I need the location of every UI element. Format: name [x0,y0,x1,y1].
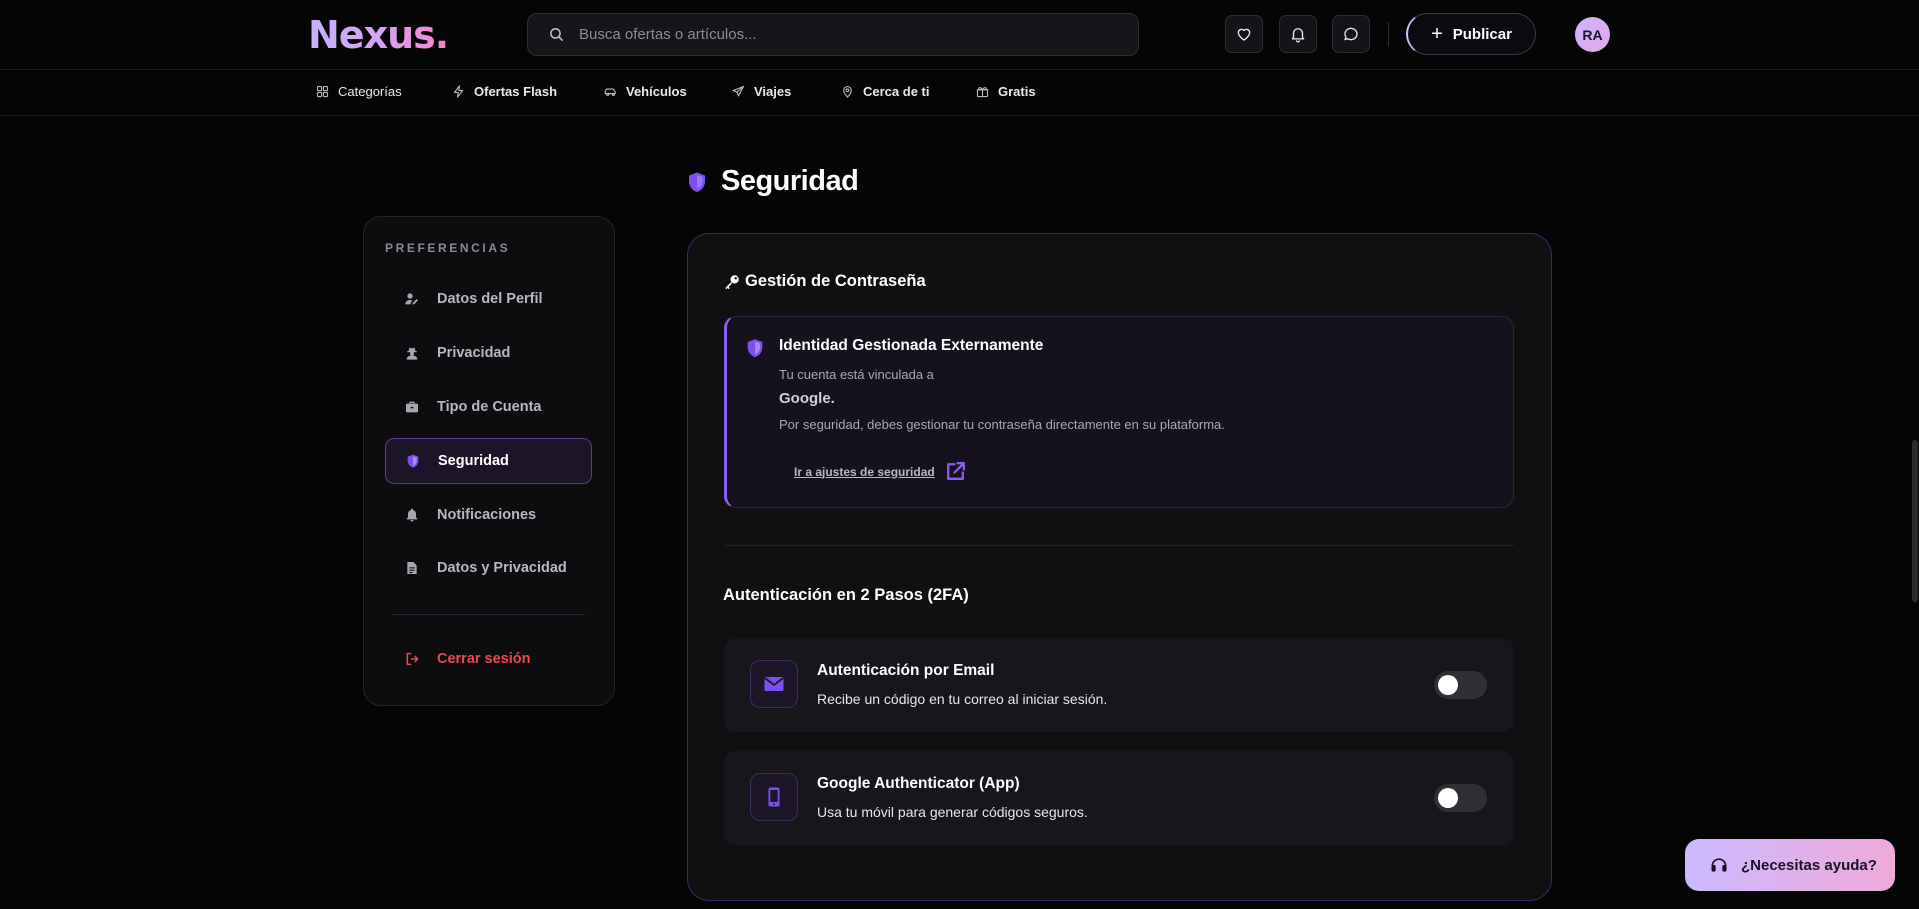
identity-provider: Google. [779,390,835,407]
nav-item-label: Cerca de ti [863,84,930,99]
notifications-button[interactable] [1279,15,1317,53]
bell-icon [406,508,418,522]
publish-button[interactable]: + Publicar [1406,13,1536,55]
authenticator-option-icon-box [750,773,798,821]
nav-item-viajes[interactable]: Viajes [731,84,791,99]
sidebar-divider [393,614,585,615]
key-icon [725,274,739,289]
toggle-knob [1438,788,1458,808]
toggle-knob [1438,675,1458,695]
category-nav: Categorías Ofertas Flash Vehículos Viaje… [0,71,1919,116]
external-identity-text: Tu cuenta está vinculada a [779,367,934,382]
nav-item-cerca-de-ti[interactable]: Cerca de ti [840,84,929,99]
nav-item-label: Vehículos [626,84,687,99]
shield-icon [689,172,705,192]
external-identity-box: Identidad Gestionada Externamente Tu cue… [724,316,1514,508]
sidebar-item-datos-y-privacidad[interactable]: Datos y Privacidad [385,545,592,591]
sidebar-item-label: Datos y Privacidad [437,560,567,576]
external-identity-note: Por seguridad, debes gestionar tu contra… [779,417,1225,432]
user-edit-icon [405,293,418,305]
email-2fa-toggle[interactable] [1434,671,1487,699]
publish-label: Publicar [1452,25,1512,43]
page-scrollbar[interactable] [1912,440,1918,602]
external-link-icon [946,462,965,480]
heart-icon [1237,28,1251,41]
password-section-label: Gestión de Contraseña [745,272,926,290]
sidebar-item-privacidad[interactable]: Privacidad [385,330,592,376]
search-bar[interactable] [527,13,1139,56]
authenticator-2fa-toggle[interactable] [1434,784,1487,812]
car-icon [604,88,616,96]
logout-icon [406,652,419,666]
twofa-option-email: Autenticación por Email Recibe un código… [724,638,1514,732]
sidebar-item-datos-del-perfil[interactable]: Datos del Perfil [385,276,592,322]
security-card: Gestión de Contraseña Identidad Gestiona… [687,233,1552,901]
help-button[interactable]: ¿Necesitas ayuda? [1685,839,1895,891]
email-option-desc: Recibe un código en tu correo al iniciar… [817,691,1108,707]
chat-icon [1344,27,1358,41]
mobile-icon [768,787,780,807]
bell-icon [1291,28,1305,43]
nav-item-vehiculos[interactable]: Vehículos [603,84,687,99]
envelope-icon [764,677,784,691]
plus-icon: + [1431,23,1443,45]
help-label: ¿Necesitas ayuda? [1741,856,1877,874]
plane-icon [732,85,745,97]
password-section-title: Gestión de Contraseña [723,272,926,291]
messages-button[interactable] [1332,15,1370,53]
authenticator-option-desc: Usa tu móvil para generar códigos seguro… [817,804,1088,820]
search-icon [550,28,563,41]
logout-label: Cerrar sesión [437,651,531,667]
header-divider [1388,22,1389,46]
grid-icon [316,85,329,98]
search-input[interactable] [579,26,1099,43]
sidebar-item-notificaciones[interactable]: Notificaciones [385,492,592,538]
nav-item-label: Viajes [754,84,792,99]
logout-button[interactable]: Cerrar sesión [385,636,592,682]
sidebar-item-label: Seguridad [438,453,509,469]
sidebar-heading: PREFERENCIAS [385,241,511,255]
sidebar-item-label: Tipo de Cuenta [437,399,542,415]
twofa-section-title: Autenticación en 2 Pasos (2FA) [723,586,969,604]
shield-icon [407,454,419,468]
nav-item-categorias[interactable]: Categorías [315,84,402,99]
page-title: Seguridad [685,165,859,198]
sidebar-item-tipo-de-cuenta[interactable]: Tipo de Cuenta [385,384,592,430]
document-icon [407,562,417,574]
favorites-button[interactable] [1225,15,1263,53]
location-pin-icon [843,85,852,98]
gift-icon [976,87,989,98]
nav-item-ofertas-flash[interactable]: Ofertas Flash [451,84,557,99]
security-settings-link[interactable]: Ir a ajustes de seguridad [794,459,968,484]
section-divider [724,545,1514,546]
nav-item-gratis[interactable]: Gratis [975,84,1036,99]
twofa-option-authenticator: Google Authenticator (App) Usa tu móvil … [724,751,1514,845]
email-option-title: Autenticación por Email [817,662,995,679]
avatar[interactable]: RA [1575,17,1610,52]
briefcase-icon [406,401,418,413]
bolt-icon [453,85,464,98]
sidebar-item-seguridad[interactable]: Seguridad [385,438,592,484]
external-identity-title: Identidad Gestionada Externamente [779,337,1044,354]
settings-sidebar: PREFERENCIAS Datos del Perfil Privacidad… [363,216,615,706]
page-title-text: Seguridad [721,165,859,197]
shield-icon [747,339,763,358]
sidebar-item-label: Notificaciones [437,507,537,523]
nav-item-label: Categorías [338,84,402,99]
email-option-icon-box [750,660,798,708]
sidebar-item-label: Privacidad [437,345,511,361]
sidebar-item-label: Datos del Perfil [437,291,543,307]
top-header: Nexus. + Publicar RA [0,0,1919,70]
headset-icon [1711,858,1727,872]
authenticator-option-title: Google Authenticator (App) [817,775,1020,792]
user-secret-icon [406,347,418,360]
nav-item-label: Gratis [998,84,1036,99]
logo[interactable]: Nexus. [308,13,449,57]
security-settings-link-label: Ir a ajustes de seguridad [794,464,935,479]
nav-item-label: Ofertas Flash [474,84,558,99]
